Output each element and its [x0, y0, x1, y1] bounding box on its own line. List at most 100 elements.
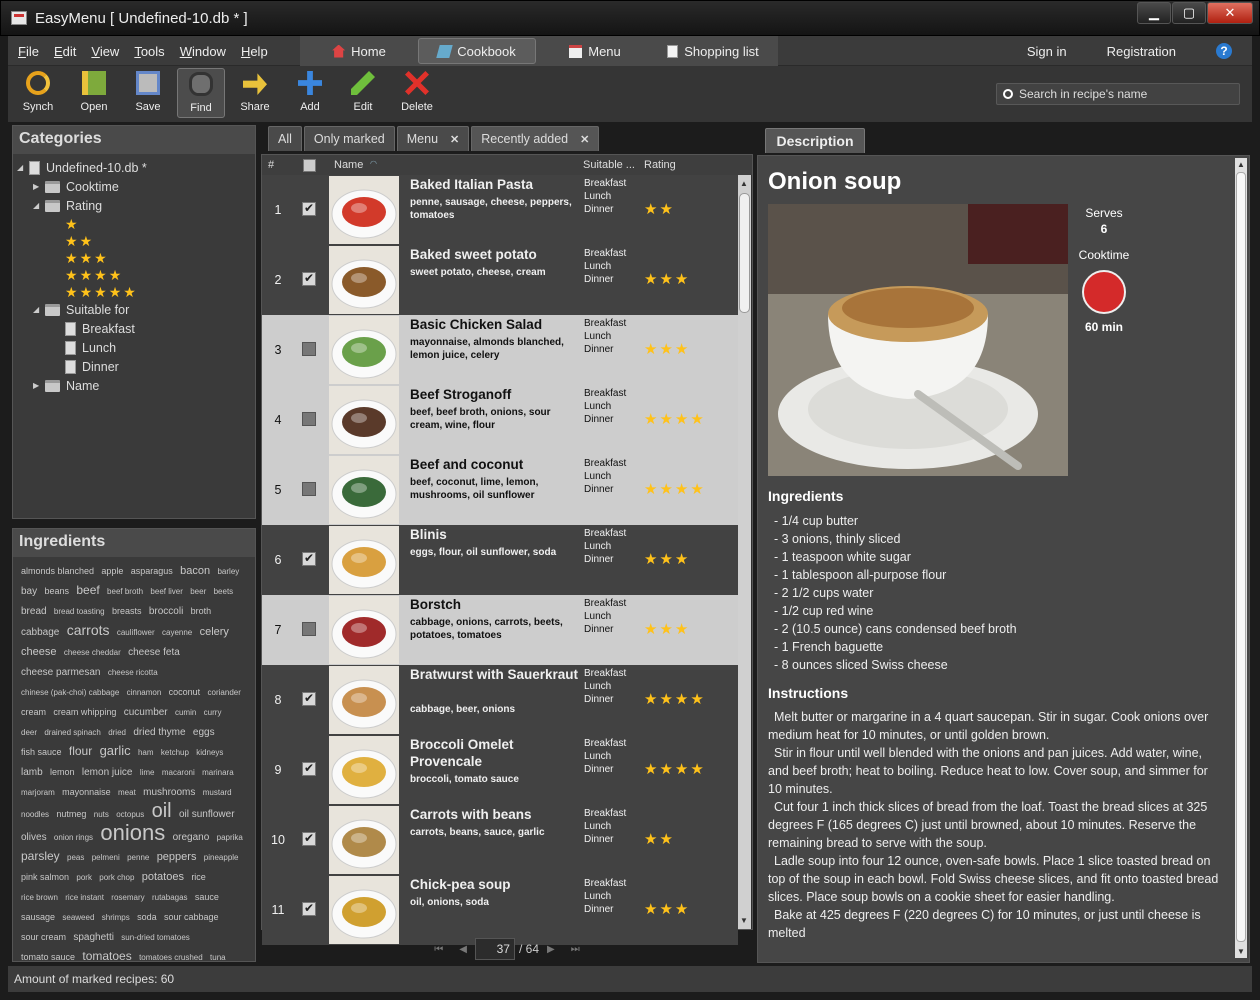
- header-suitable[interactable]: Suitable ...: [583, 159, 635, 171]
- ingredient-tag[interactable]: sour cabbage: [164, 912, 219, 922]
- ingredient-tag[interactable]: curry: [204, 708, 222, 717]
- prev-page-icon[interactable]: ◀: [459, 944, 467, 955]
- delete-button[interactable]: Delete: [393, 68, 441, 118]
- ingredient-tag[interactable]: sausage: [21, 912, 55, 922]
- ingredient-tag[interactable]: beef broth: [107, 587, 143, 596]
- open-button[interactable]: Open: [70, 68, 118, 118]
- recipe-row[interactable]: 10 Carrots with beans carrots, beans, sauc…: [262, 805, 738, 875]
- ingredient-tag[interactable]: nutmeg: [56, 809, 86, 819]
- tree-root[interactable]: ◢ Undefined-10.db *: [17, 158, 255, 177]
- ingredient-tag[interactable]: beans: [44, 586, 69, 596]
- ingredient-tag[interactable]: cream whipping: [53, 707, 116, 717]
- filter-tab-recently-added[interactable]: Recently added ✕: [471, 126, 600, 151]
- recipe-row[interactable]: 3 Basic Chicken Salad mayonnaise, almonds …: [262, 315, 738, 385]
- ingredient-tag[interactable]: lemon juice: [82, 767, 133, 778]
- ingredient-tag[interactable]: peppers: [157, 851, 197, 863]
- ingredient-tag[interactable]: oil sunflower: [179, 809, 235, 820]
- ingredient-tag[interactable]: cheese feta: [128, 647, 180, 658]
- save-button[interactable]: Save: [124, 68, 172, 118]
- next-page-icon[interactable]: ▶: [547, 944, 555, 955]
- ingredient-tag[interactable]: bacon: [180, 565, 210, 577]
- ingredient-tag[interactable]: potatoes: [142, 871, 184, 883]
- minimize-button[interactable]: ▁: [1137, 2, 1171, 24]
- ingredient-tag[interactable]: dried: [108, 728, 126, 737]
- ingredient-tag[interactable]: ham: [138, 748, 154, 757]
- close-tab-icon[interactable]: ✕: [450, 133, 459, 146]
- recipe-row[interactable]: 5 Beef and coconut beef, coconut, lime, le…: [262, 455, 738, 525]
- recipe-row[interactable]: 6 Blinis eggs, flour, oil sunflower, soda B…: [262, 525, 738, 595]
- header-name[interactable]: Name: [334, 159, 363, 171]
- mark-checkbox[interactable]: [302, 622, 316, 636]
- scroll-thumb[interactable]: [1236, 172, 1246, 942]
- menu-view[interactable]: View: [91, 44, 119, 59]
- ingredient-tag[interactable]: mayonnaise: [62, 787, 111, 797]
- tree-item-breakfast[interactable]: Breakfast: [17, 319, 255, 338]
- filter-tab-all[interactable]: All: [268, 126, 302, 151]
- ingredient-tag[interactable]: broth: [191, 606, 212, 616]
- ingredient-tag[interactable]: marjoram: [21, 788, 55, 797]
- ingredient-tag[interactable]: apple: [101, 566, 123, 576]
- ingredient-tag[interactable]: cucumber: [124, 707, 168, 718]
- ingredient-tag[interactable]: olives: [21, 832, 47, 843]
- ingredient-tag[interactable]: onion rings: [54, 833, 93, 842]
- nav-tab-shopping-list[interactable]: Shopping list: [654, 38, 772, 64]
- ingredient-tag[interactable]: oil: [152, 800, 172, 822]
- find-button[interactable]: Find: [177, 68, 225, 118]
- close-button[interactable]: ✕: [1207, 2, 1253, 24]
- description-scrollbar[interactable]: ▲ ▼: [1235, 158, 1247, 958]
- scroll-up-icon[interactable]: ▲: [1237, 160, 1245, 169]
- tree-item-rating-4[interactable]: ★ ★ ★ ★: [17, 266, 255, 283]
- ingredient-tag[interactable]: mushrooms: [143, 787, 195, 798]
- ingredient-tag[interactable]: soda: [137, 912, 157, 922]
- ingredient-tag[interactable]: tomatoes crushed: [139, 953, 203, 962]
- scroll-down-icon[interactable]: ▼: [740, 916, 748, 925]
- tree-item-rating-5[interactable]: ★ ★ ★ ★ ★: [17, 283, 255, 300]
- ingredient-tag[interactable]: sour cream: [21, 932, 66, 942]
- ingredient-tag[interactable]: coconut: [169, 687, 201, 697]
- ingredient-tag[interactable]: rice brown: [21, 893, 58, 902]
- ingredient-tag[interactable]: pork chop: [99, 873, 134, 882]
- ingredient-tag[interactable]: cheese parmesan: [21, 667, 101, 678]
- mark-checkbox[interactable]: [302, 831, 316, 846]
- ingredient-tag[interactable]: lamb: [21, 767, 43, 778]
- collapse-arrow-icon[interactable]: ◢: [33, 305, 45, 314]
- menu-edit[interactable]: Edit: [54, 44, 76, 59]
- ingredient-tag[interactable]: pelmeni: [92, 853, 120, 862]
- recipe-row[interactable]: 1 Baked Italian Pasta penne, sausage, chee…: [262, 175, 738, 245]
- ingredient-tag[interactable]: bread toasting: [54, 607, 105, 616]
- header-rating[interactable]: Rating: [644, 159, 676, 171]
- ingredient-tag[interactable]: cayenne: [162, 628, 192, 637]
- ingredient-tag[interactable]: pink salmon: [21, 872, 69, 882]
- close-tab-icon[interactable]: ✕: [580, 133, 589, 146]
- ingredient-tag[interactable]: bay: [21, 586, 37, 597]
- select-all-checkbox[interactable]: [303, 159, 316, 172]
- ingredient-tag[interactable]: eggs: [193, 727, 215, 738]
- expand-arrow-icon[interactable]: ▶: [33, 381, 45, 390]
- ingredient-tag[interactable]: octopus: [116, 810, 144, 819]
- ingredient-tag[interactable]: seaweed: [62, 913, 94, 922]
- ingredient-tag[interactable]: bread: [21, 606, 47, 617]
- registration-link[interactable]: Registration: [1107, 44, 1176, 59]
- ingredient-tag[interactable]: garlic: [100, 743, 131, 758]
- tree-item-dinner[interactable]: Dinner: [17, 357, 255, 376]
- scroll-up-icon[interactable]: ▲: [740, 179, 748, 188]
- tree-item-rating-2[interactable]: ★ ★: [17, 232, 255, 249]
- ingredient-tag[interactable]: rosemary: [111, 893, 144, 902]
- recipe-row[interactable]: 2 Baked sweet potato sweet potato, cheese,…: [262, 245, 738, 315]
- ingredient-tag[interactable]: cheese: [21, 646, 56, 658]
- tree-item-suitable-for[interactable]: ◢ Suitable for: [17, 300, 255, 319]
- recipe-row[interactable]: 11 Chick-pea soup oil, onions, soda Breakfa…: [262, 875, 738, 945]
- ingredient-tag[interactable]: marinara: [202, 768, 234, 777]
- collapse-arrow-icon[interactable]: ◢: [17, 163, 29, 172]
- menu-window[interactable]: Window: [180, 44, 226, 59]
- recipe-row[interactable]: 9 Broccoli Omelet Provencale broccoli, tom…: [262, 735, 738, 805]
- ingredient-tag[interactable]: cheese ricotta: [108, 668, 158, 677]
- ingredient-tag[interactable]: cheese cheddar: [64, 648, 121, 657]
- description-tab[interactable]: Description: [765, 128, 865, 153]
- ingredient-tag[interactable]: sun-dried tomatoes: [121, 933, 189, 942]
- ingredient-tag[interactable]: dried thyme: [133, 727, 185, 738]
- mark-checkbox[interactable]: [302, 691, 316, 706]
- collapse-arrow-icon[interactable]: ◢: [33, 201, 45, 210]
- ingredient-tag[interactable]: drained spinach: [44, 728, 100, 737]
- last-page-icon[interactable]: ⏭: [571, 944, 580, 955]
